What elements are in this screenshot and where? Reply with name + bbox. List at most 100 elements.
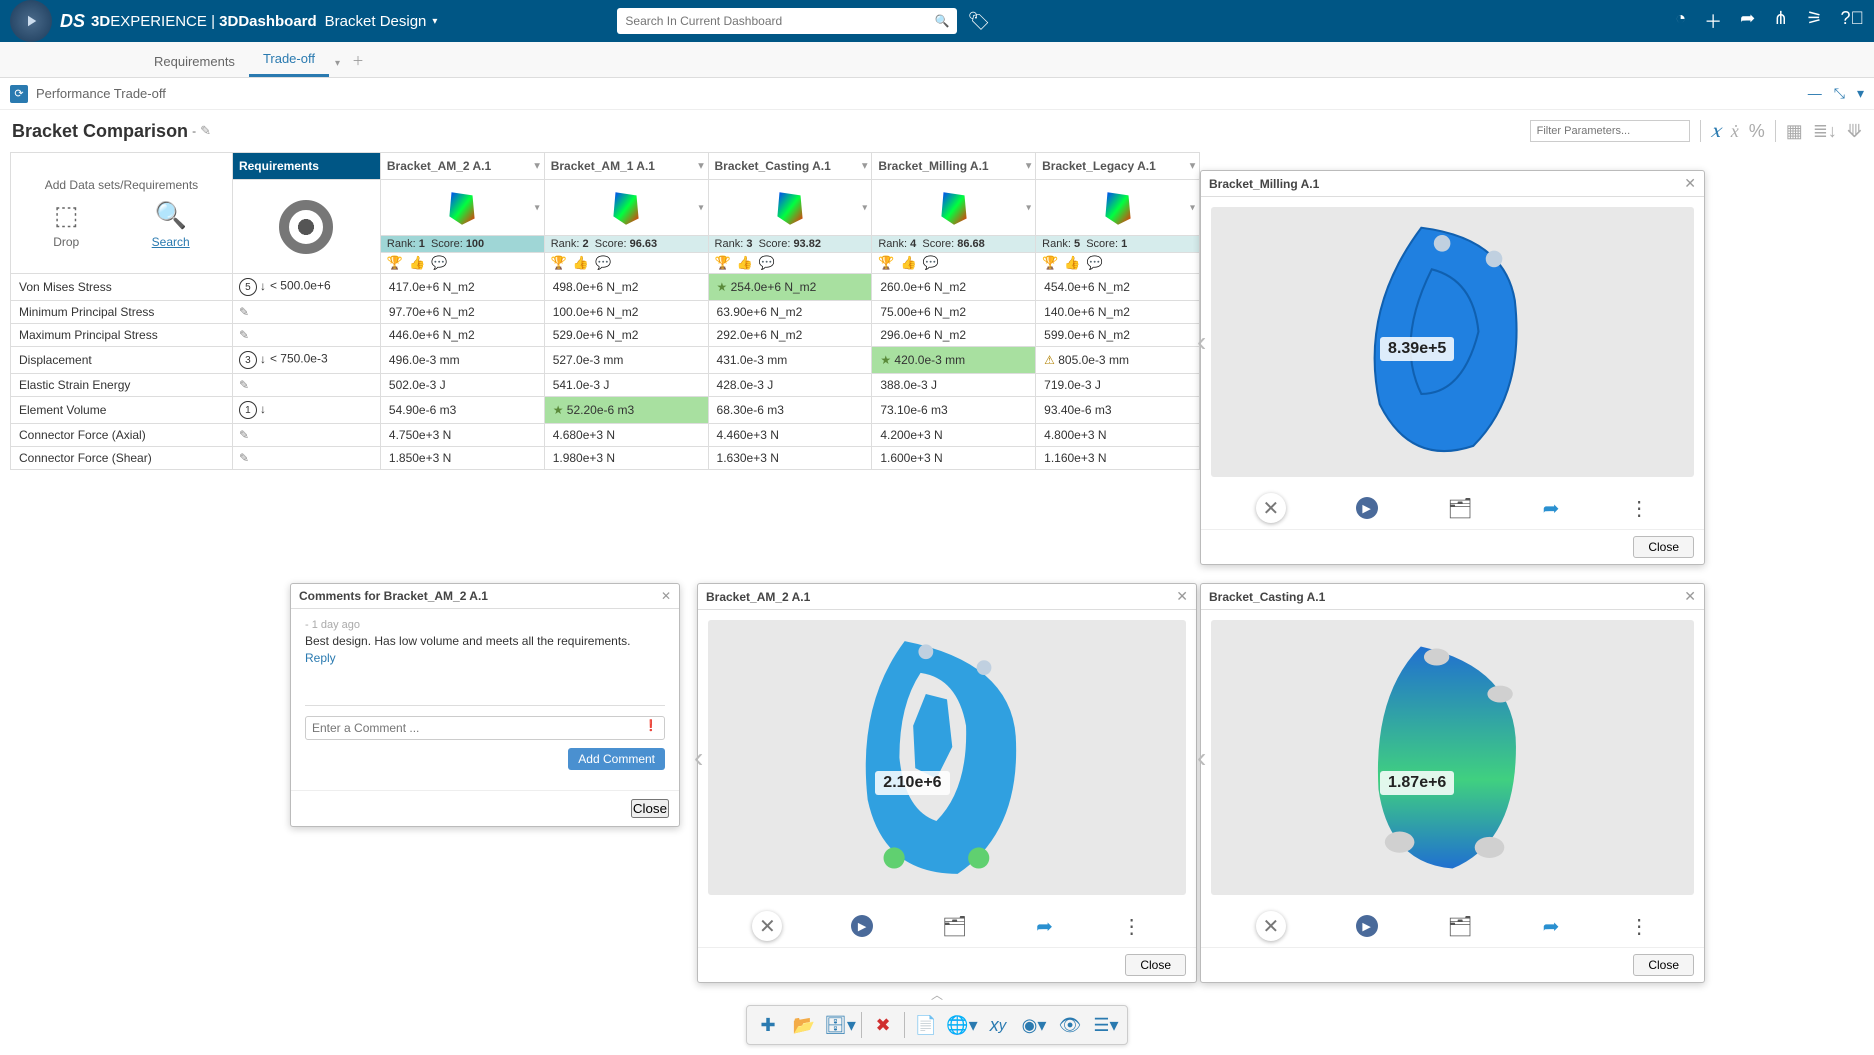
xy-icon[interactable]: xy — [981, 1010, 1015, 1040]
requirement-cell[interactable]: ✎ — [232, 324, 380, 347]
value-cell[interactable]: 502.0e-3 J — [380, 374, 544, 397]
thumb-icon[interactable]: 👍 — [737, 255, 753, 270]
value-cell[interactable]: 541.0e-3 J — [544, 374, 708, 397]
value-cell[interactable]: 4.680e+3 N — [544, 424, 708, 447]
search-input[interactable] — [625, 14, 934, 28]
value-cell[interactable]: 417.0e+6 N_m2 — [380, 274, 544, 301]
value-cell[interactable]: 75.00e+6 N_m2 — [872, 301, 1036, 324]
filter-input[interactable] — [1530, 120, 1690, 142]
grid-icon[interactable]: ▦ — [1786, 121, 1803, 142]
value-cell[interactable]: 4.750e+3 N — [380, 424, 544, 447]
value-cell[interactable]: 100.0e+6 N_m2 — [544, 301, 708, 324]
play-icon[interactable]: ▶ — [851, 915, 873, 937]
value-cell[interactable]: 719.0e-3 J — [1036, 374, 1200, 397]
design-thumb-2[interactable]: ▾ — [708, 180, 872, 236]
chevron-down-icon[interactable]: ▾ — [862, 161, 867, 172]
value-cell[interactable]: 93.40e-6 m3 — [1036, 397, 1200, 424]
value-cell[interactable]: 428.0e-3 J — [708, 374, 872, 397]
value-cell[interactable]: 420.0e-3 mm — [872, 347, 1036, 374]
comment-icon[interactable]: 💬 — [1087, 255, 1103, 270]
comment-icon[interactable]: 💬 — [923, 255, 939, 270]
chevron-down-icon[interactable]: ▾ — [1190, 161, 1195, 172]
thumb-icon[interactable]: 👍 — [573, 255, 589, 270]
caret-down-icon[interactable]: ▾ — [432, 16, 437, 27]
trophy-icon[interactable]: 🏆 — [387, 255, 403, 270]
preview-canvas[interactable]: 8.39e+5 — [1211, 207, 1694, 477]
chevron-up-icon[interactable]: ︿ — [931, 986, 943, 1003]
close-button[interactable]: Close — [1125, 954, 1186, 976]
requirement-cell[interactable]: ✎ — [232, 374, 380, 397]
requirement-cell[interactable]: 1↓ — [232, 397, 380, 424]
requirement-cell[interactable]: ✎ — [232, 424, 380, 447]
design-header-0[interactable]: Bracket_AM_2 A.1▾ — [380, 153, 544, 180]
prev-icon[interactable]: ‹ — [1197, 326, 1206, 358]
trophy-icon[interactable]: 🏆 — [551, 255, 567, 270]
chevron-down-icon[interactable]: ▾ — [1026, 161, 1031, 172]
x-dot-icon[interactable]: ẋ — [1731, 121, 1739, 142]
chevron-down-icon[interactable]: ▾ — [535, 161, 540, 172]
value-cell[interactable]: 63.90e+6 N_m2 — [708, 301, 872, 324]
value-cell[interactable]: 1.160e+3 N — [1036, 447, 1200, 470]
close-button[interactable]: Close — [1633, 536, 1694, 558]
share-icon[interactable]: ➦ — [1543, 496, 1560, 521]
tab-requirements[interactable]: Requirements — [140, 46, 249, 77]
more-icon[interactable]: ⋮ — [1629, 914, 1649, 939]
value-cell[interactable]: 54.90e-6 m3 — [380, 397, 544, 424]
share-network-icon[interactable]: ⋔ — [1773, 8, 1788, 34]
value-cell[interactable]: 73.10e-6 m3 — [872, 397, 1036, 424]
sort-icon[interactable]: ≣↓ — [1813, 121, 1837, 142]
value-cell[interactable]: 140.0e+6 N_m2 — [1036, 301, 1200, 324]
value-cell[interactable]: 496.0e-3 mm — [380, 347, 544, 374]
preview-canvas[interactable]: 1.87e+6 — [1211, 620, 1694, 895]
share-icon[interactable]: ➦ — [1543, 914, 1560, 939]
design-thumb-3[interactable]: ▾ — [872, 180, 1036, 236]
trophy-icon[interactable]: 🏆 — [715, 255, 731, 270]
percent-icon[interactable]: % — [1749, 121, 1765, 142]
database-icon[interactable]: 🗄▾ — [823, 1010, 857, 1040]
list-icon[interactable]: ☰▾ — [1089, 1010, 1123, 1040]
value-cell[interactable]: 1.980e+3 N — [544, 447, 708, 470]
close-icon[interactable]: ✕ — [1176, 588, 1188, 605]
prev-icon[interactable]: ‹ — [694, 742, 703, 774]
search-icon[interactable]: 🔍 — [934, 14, 949, 28]
requirement-cell[interactable]: ✎ — [232, 447, 380, 470]
close-tool-icon[interactable]: ✕ — [752, 911, 782, 941]
comment-icon[interactable]: 💬 — [759, 255, 775, 270]
target-icon[interactable]: ◉▾ — [1017, 1010, 1051, 1040]
comment-icon[interactable]: 💬 — [595, 255, 611, 270]
new-doc-icon[interactable]: 📄 — [909, 1010, 943, 1040]
value-cell[interactable]: 292.0e+6 N_m2 — [708, 324, 872, 347]
minimize-icon[interactable]: — — [1808, 85, 1822, 102]
comment-icon[interactable]: 💬 — [431, 255, 447, 270]
value-cell[interactable]: 527.0e-3 mm — [544, 347, 708, 374]
value-cell[interactable]: 260.0e+6 N_m2 — [872, 274, 1036, 301]
search-box[interactable]: 🔍 — [617, 8, 957, 34]
value-cell[interactable]: 388.0e-3 J — [872, 374, 1036, 397]
design-thumb-0[interactable]: ▾ — [380, 180, 544, 236]
tab-add-button[interactable]: ＋ — [340, 44, 376, 77]
tab-trade-off[interactable]: Trade-off — [249, 43, 329, 77]
globe-icon[interactable]: 🌐▾ — [945, 1010, 979, 1040]
tag-icon[interactable]: 🏷 — [967, 11, 990, 32]
preview-canvas[interactable]: 2.10e+6 — [708, 620, 1186, 895]
close-tool-icon[interactable]: ✕ — [1256, 911, 1286, 941]
compass-icon[interactable] — [10, 0, 52, 42]
requirement-cell[interactable]: 5↓< 500.0e+6 — [232, 274, 380, 301]
search-button[interactable]: 🔍Search — [152, 200, 190, 249]
value-cell[interactable]: 805.0e-3 mm — [1036, 347, 1200, 374]
value-cell[interactable]: 296.0e+6 N_m2 — [872, 324, 1036, 347]
notification-icon[interactable]: ◔ — [1675, 8, 1686, 34]
thumb-icon[interactable]: 👍 — [1064, 255, 1080, 270]
close-icon[interactable]: ✕ — [1684, 175, 1696, 192]
value-cell[interactable]: 599.0e+6 N_m2 — [1036, 324, 1200, 347]
value-cell[interactable]: 1.630e+3 N — [708, 447, 872, 470]
chevron-down-icon[interactable]: ▾ — [698, 161, 703, 172]
more-icon[interactable]: ⋮ — [1629, 496, 1649, 521]
close-button[interactable]: Close — [631, 799, 669, 818]
folder-icon[interactable]: 📂 — [787, 1010, 821, 1040]
value-cell[interactable]: 254.0e+6 N_m2 — [708, 274, 872, 301]
settings-icon[interactable]: ⟱ — [1847, 121, 1862, 142]
prev-icon[interactable]: ‹ — [1197, 742, 1206, 774]
design-header-3[interactable]: Bracket_Milling A.1▾ — [872, 153, 1036, 180]
close-icon[interactable]: ✕ — [1684, 588, 1696, 605]
